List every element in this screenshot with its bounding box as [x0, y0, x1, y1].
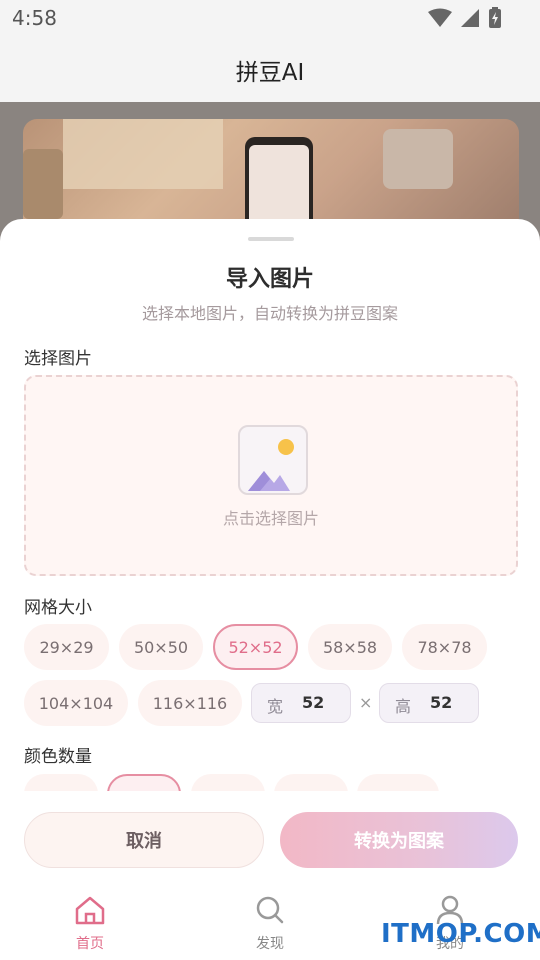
import-image-sheet: 导入图片 选择本地图片，自动转换为拼豆图案 选择图片 点击选择图片 网格大小 2… [0, 219, 540, 960]
sheet-drag-handle[interactable] [248, 237, 294, 241]
grid-option-50[interactable]: 50×50 [119, 624, 203, 670]
grid-option-116[interactable]: 116×116 [138, 680, 242, 726]
watermark: ITMOP.COM [381, 919, 540, 949]
status-time: 4:58 [12, 6, 57, 30]
custom-width-field[interactable]: 宽 52 [251, 683, 351, 723]
tab-home-label: 首页 [76, 936, 104, 952]
grid-option-78[interactable]: 78×78 [402, 624, 487, 670]
grid-size-label: 网格大小 [24, 598, 92, 618]
select-image-label: 选择图片 [24, 349, 92, 369]
app-bar: 拼豆AI [0, 36, 540, 102]
color-count-label: 颜色数量 [24, 747, 92, 767]
tab-discover-label: 发现 [256, 936, 284, 952]
home-icon [75, 896, 105, 925]
sheet-subtitle: 选择本地图片，自动转换为拼豆图案 [141, 304, 398, 323]
width-label: 宽 [267, 697, 284, 716]
upload-hint: 点击选择图片 [222, 509, 319, 528]
wifi-icon [428, 8, 452, 27]
tab-home[interactable]: 首页 [50, 895, 130, 953]
image-upload-area[interactable]: 点击选择图片 [24, 375, 518, 576]
tab-discover[interactable]: 发现 [230, 895, 310, 953]
color-option-1[interactable] [24, 774, 98, 791]
banner-plant-shape [23, 149, 63, 219]
banner-cup-shape [383, 129, 453, 189]
color-count-options [0, 771, 540, 791]
grid-option-29[interactable]: 29×29 [24, 624, 109, 670]
battery-icon [489, 7, 501, 28]
width-value: 52 [302, 693, 325, 712]
image-placeholder-icon [238, 425, 308, 495]
grid-option-52-selected[interactable]: 52×52 [213, 624, 298, 670]
color-option-2-selected[interactable] [107, 774, 181, 791]
height-label: 高 [395, 697, 412, 716]
signal-icon [461, 9, 479, 27]
height-value: 52 [430, 693, 453, 712]
search-icon [256, 896, 284, 924]
grid-option-104[interactable]: 104×104 [24, 680, 128, 726]
cancel-button[interactable]: 取消 [24, 812, 264, 868]
status-bar: 4:58 [0, 0, 540, 36]
grid-option-58[interactable]: 58×58 [308, 624, 392, 670]
times-symbol: × [359, 693, 373, 712]
convert-button[interactable]: 转换为图案 [280, 812, 518, 868]
color-option-5[interactable] [357, 774, 439, 791]
app-title: 拼豆AI [235, 60, 305, 86]
color-option-3[interactable] [191, 774, 265, 791]
banner-window-shape [63, 119, 223, 189]
color-option-4[interactable] [274, 774, 348, 791]
status-icons [428, 7, 502, 29]
custom-height-field[interactable]: 高 52 [379, 683, 479, 723]
sheet-title: 导入图片 [225, 267, 314, 292]
